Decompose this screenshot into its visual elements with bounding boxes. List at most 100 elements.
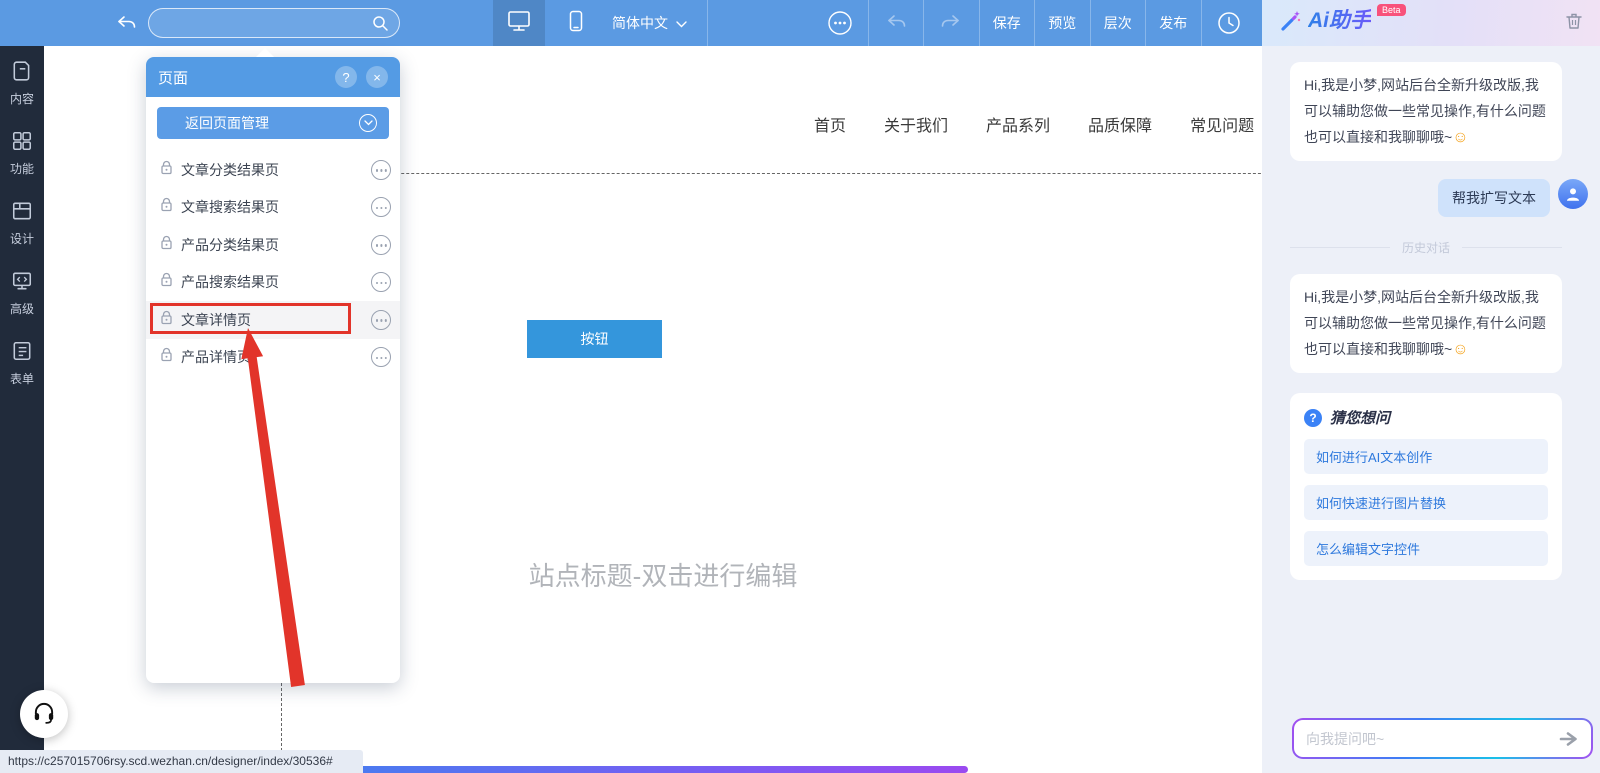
sidebar-item-forms[interactable]: 表单 <box>10 340 34 387</box>
lock-icon <box>160 310 173 330</box>
nav-item-products[interactable]: 产品系列 <box>986 112 1050 136</box>
row-more-icon[interactable] <box>371 159 391 180</box>
ai-logo: Ai助手 Beta <box>1278 3 1564 39</box>
page-label: 文章详情页 <box>181 311 251 328</box>
back-icon[interactable] <box>116 13 136 33</box>
user-message-row: 帮我扩写文本 <box>1290 179 1588 217</box>
lock-icon <box>160 160 173 180</box>
layout-icon <box>11 200 33 225</box>
page-row-article-category[interactable]: 文章分类结果页 <box>146 151 400 189</box>
clear-chat-icon[interactable] <box>1564 11 1584 36</box>
toolbar-separator <box>707 0 708 46</box>
nav-item-faq[interactable]: 常见问题 <box>1190 112 1254 136</box>
page-label: 产品详情页 <box>181 349 251 366</box>
page-label: 产品搜索结果页 <box>181 274 279 291</box>
sidebar-item-advanced[interactable]: 高级 <box>10 270 34 317</box>
magic-wand-icon <box>1278 8 1302 39</box>
desktop-icon <box>506 9 532 38</box>
form-icon <box>11 340 33 365</box>
suggestions-card: ? 猜您想问 如何进行AI文本创作 如何快速进行图片替换 怎么编辑文字控件 <box>1290 393 1562 580</box>
bot-message-history: Hi,我是小梦,网站后台全新升级改版,我可以辅助您做一些常见操作,有什么问题也可… <box>1290 274 1562 373</box>
mobile-view-button[interactable] <box>550 0 602 46</box>
search-input[interactable] <box>163 9 363 37</box>
desktop-view-button[interactable] <box>493 0 545 46</box>
layers-button[interactable]: 层次 <box>1089 0 1146 46</box>
search-icon[interactable] <box>372 15 389 37</box>
back-button-label: 返回页面管理 <box>185 115 269 131</box>
help-icon[interactable]: ? <box>335 66 357 88</box>
bot-message: Hi,我是小梦,网站后台全新升级改版,我可以辅助您做一些常见操作,有什么问题也可… <box>1290 62 1562 161</box>
publish-button[interactable]: 发布 <box>1145 0 1201 46</box>
pages-panel-title: 页面 <box>158 69 189 87</box>
row-more-icon[interactable] <box>371 234 391 255</box>
suggestions-title: 猜您想问 <box>1330 410 1391 427</box>
lock-icon <box>160 197 173 217</box>
ai-chat-area: Hi,我是小梦,网站后台全新升级改版,我可以辅助您做一些常见操作,有什么问题也可… <box>1262 46 1600 706</box>
user-avatar <box>1558 179 1588 209</box>
sidebar-item-features[interactable]: 功能 <box>10 130 34 177</box>
sidebar-label: 高级 <box>9 302 34 316</box>
ai-question-input[interactable] <box>1306 730 1559 747</box>
smiley-emoji: ☺ <box>1452 129 1469 146</box>
ai-assistant-panel: Ai助手 Beta Hi,我是小梦,网站后台全新升级改版,我可以辅助您做一些常见… <box>1262 0 1600 773</box>
suggestions-title-row: ? 猜您想问 <box>1304 407 1548 428</box>
ai-title: Ai助手 <box>1308 8 1371 32</box>
ai-panel-header: Ai助手 Beta <box>1262 0 1600 46</box>
page-row-product-search[interactable]: 产品搜索结果页 <box>146 264 400 302</box>
suggestion-ai-writing[interactable]: 如何进行AI文本创作 <box>1304 439 1548 474</box>
history-divider-label: 历史对话 <box>1402 241 1451 255</box>
page-row-product-detail[interactable]: 产品详情页 <box>146 339 400 377</box>
page-label: 产品分类结果页 <box>181 236 279 253</box>
ai-input-container <box>1292 718 1593 759</box>
page-label: 文章搜索结果页 <box>181 199 279 216</box>
language-selector[interactable]: 简体中文 <box>612 0 687 46</box>
suggestion-image-replace[interactable]: 如何快速进行图片替换 <box>1304 485 1548 520</box>
bot-message-text: Hi,我是小梦,网站后台全新升级改版,我可以辅助您做一些常见操作,有什么问题也可… <box>1304 77 1546 145</box>
row-more-icon[interactable] <box>371 347 391 368</box>
save-button[interactable]: 保存 <box>978 0 1035 46</box>
smiley-emoji: ☺ <box>1452 341 1469 358</box>
sidebar-item-design[interactable]: 设计 <box>10 200 34 247</box>
sidebar-label: 设计 <box>9 232 34 246</box>
sidebar-label: 表单 <box>9 372 34 386</box>
site-nav: 首页 关于我们 产品系列 品质保障 常见问题 登 <box>814 112 1308 136</box>
page-row-product-category[interactable]: 产品分类结果页 <box>146 226 400 264</box>
send-icon[interactable] <box>1559 731 1579 747</box>
row-more-icon[interactable] <box>371 197 391 218</box>
support-headset-button[interactable] <box>20 690 68 738</box>
grid-icon <box>11 130 33 155</box>
code-monitor-icon <box>11 270 33 295</box>
canvas-button-widget[interactable]: 按钮 <box>527 320 662 358</box>
history-divider: 历史对话 <box>1290 239 1562 256</box>
back-to-page-manager-button[interactable]: 返回页面管理 <box>157 107 389 139</box>
sidebar-label: 功能 <box>9 162 34 176</box>
collapse-chevron-icon[interactable] <box>359 114 377 132</box>
preview-button[interactable]: 预览 <box>1034 0 1090 46</box>
chevron-down-icon <box>676 15 687 31</box>
close-icon[interactable]: × <box>366 66 388 88</box>
more-options-button[interactable] <box>812 0 868 46</box>
nav-item-home[interactable]: 首页 <box>814 112 846 136</box>
content-icon <box>11 60 33 85</box>
row-more-icon[interactable] <box>371 272 391 293</box>
site-title-placeholder[interactable]: 站点标题-双击进行编辑 <box>524 556 802 593</box>
left-sidebar: 内容 功能 设计 高级 表单 <box>0 46 44 773</box>
lock-icon <box>160 272 173 292</box>
history-button[interactable] <box>1200 0 1257 46</box>
page-row-article-detail[interactable]: 文章详情页 <box>146 301 400 339</box>
question-icon: ? <box>1304 408 1322 427</box>
lock-icon <box>160 235 173 255</box>
redo-button[interactable] <box>923 0 979 46</box>
row-more-icon[interactable] <box>371 309 391 330</box>
pages-panel: 页面 ? × 返回页面管理 文章分类结果页 文章搜索结果页 产品分类结果页 产品… <box>146 48 400 683</box>
guide-line-horizontal <box>281 173 1306 174</box>
sidebar-label: 内容 <box>9 92 34 106</box>
nav-item-quality[interactable]: 品质保障 <box>1088 112 1152 136</box>
nav-item-about[interactable]: 关于我们 <box>884 112 948 136</box>
page-row-article-search[interactable]: 文章搜索结果页 <box>146 189 400 227</box>
undo-button[interactable] <box>867 0 924 46</box>
panel-arrow-notch <box>256 48 274 57</box>
suggestion-edit-text[interactable]: 怎么编辑文字控件 <box>1304 531 1548 566</box>
sidebar-item-content[interactable]: 内容 <box>10 60 34 107</box>
beta-badge: Beta <box>1377 3 1406 16</box>
